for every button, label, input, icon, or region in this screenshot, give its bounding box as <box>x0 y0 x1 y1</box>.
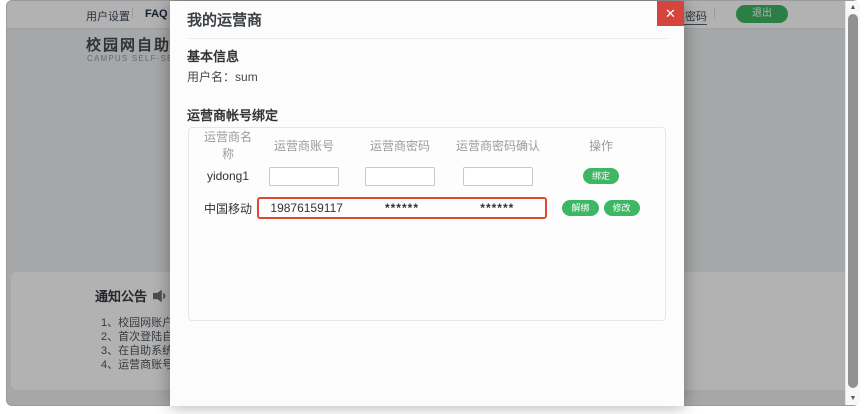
screenshot-root: 用户设置 | FAQ 修改密码 | 退出 校园网自助服务 CAMPUS SELF… <box>0 0 865 414</box>
scroll-down-arrow-icon[interactable]: ▼ <box>846 392 860 405</box>
account-input[interactable] <box>269 167 339 186</box>
username-label: 用户名： <box>187 70 235 84</box>
col-header-operation: 操作 <box>547 137 655 154</box>
username-row: 用户名：sum <box>187 68 258 85</box>
modify-button[interactable]: 修改 <box>604 200 640 216</box>
close-button[interactable]: ✕ <box>657 1 684 26</box>
scrollbar[interactable]: ▲ ▼ <box>845 1 860 405</box>
scroll-up-arrow-icon[interactable]: ▲ <box>846 1 860 14</box>
binding-section-heading: 运营商帐号绑定 <box>187 105 278 124</box>
account-value: 19876159117 <box>259 201 354 215</box>
col-header-operator-password: 运营商密码 <box>351 137 449 154</box>
title-divider <box>187 38 668 39</box>
col-header-operator-account: 运营商账号 <box>257 137 351 154</box>
password-input[interactable] <box>365 167 435 186</box>
highlighted-values-box: 19876159117 ****** ****** <box>257 197 547 219</box>
scrollbar-thumb[interactable] <box>848 14 858 388</box>
bind-button[interactable]: 绑定 <box>583 168 619 184</box>
password-confirm-masked-value: ****** <box>450 201 545 215</box>
col-header-password-confirm: 运营商密码确认 <box>449 137 547 154</box>
modal-title: 我的运营商 <box>187 9 262 30</box>
password-confirm-input[interactable] <box>463 167 533 186</box>
table-row: yidong1 绑定 <box>189 160 665 192</box>
unbind-button[interactable]: 解绑 <box>562 200 598 216</box>
my-operator-modal: ✕ 我的运营商 基本信息 用户名：sum 运营商帐号绑定 运营商名称 运营商账号… <box>170 1 684 406</box>
password-masked-value: ****** <box>354 201 449 215</box>
username-value: sum <box>235 70 258 84</box>
operator-name: 中国移动 <box>199 200 257 217</box>
table-header-row: 运营商名称 运营商账号 运营商密码 运营商密码确认 操作 <box>189 130 665 160</box>
col-header-operator-name: 运营商名称 <box>199 128 257 162</box>
table-row-highlighted: 中国移动 19876159117 ****** ****** 解绑 修改 <box>189 192 665 224</box>
operator-binding-table: 运营商名称 运营商账号 运营商密码 运营商密码确认 操作 yidong1 绑定 … <box>188 127 666 321</box>
basic-info-heading: 基本信息 <box>187 46 239 65</box>
operator-name: yidong1 <box>199 169 257 183</box>
